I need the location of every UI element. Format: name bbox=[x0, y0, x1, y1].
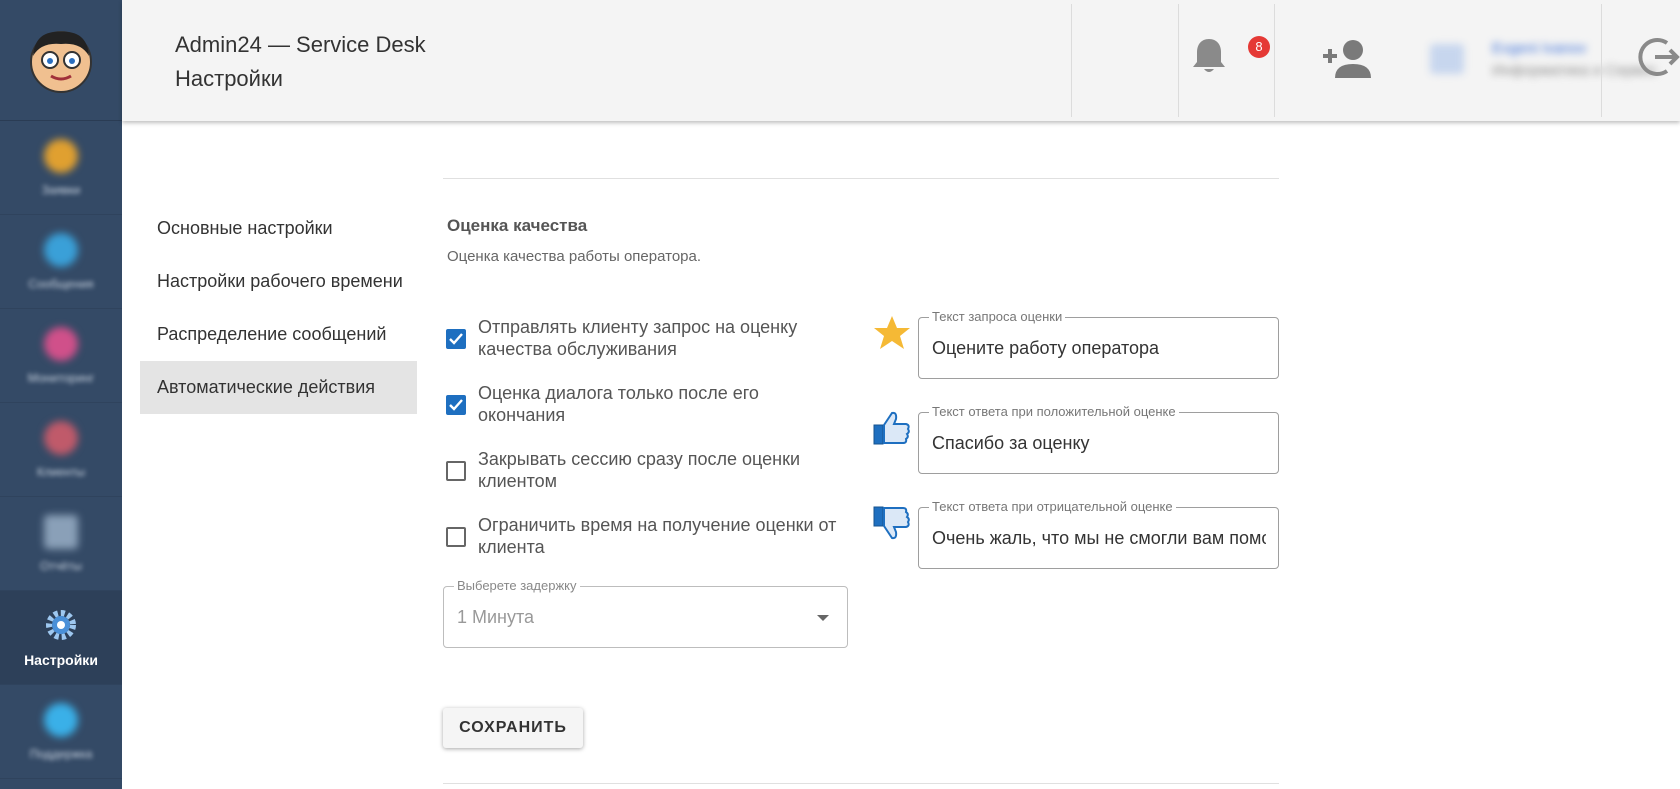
rail-item-requests[interactable]: Заявки bbox=[0, 121, 122, 215]
save-button[interactable]: СОХРАНИТЬ bbox=[443, 708, 583, 748]
nav-item-message-distribution[interactable]: Распределение сообщений bbox=[140, 308, 417, 361]
section-title: Оценка качества bbox=[447, 216, 588, 235]
positive-reply-field[interactable]: Текст ответа при положительной оценке bbox=[918, 404, 1279, 474]
checkbox[interactable] bbox=[446, 461, 466, 481]
support-icon bbox=[44, 702, 78, 737]
reports-icon bbox=[44, 514, 78, 549]
option-label: Закрывать сессию сразу после оценки клие… bbox=[478, 449, 801, 491]
checkbox[interactable] bbox=[446, 395, 466, 415]
option-close-session-after-rating[interactable]: Закрывать сессию сразу после оценки клие… bbox=[446, 448, 846, 492]
requests-icon bbox=[44, 138, 78, 173]
negative-reply-field[interactable]: Текст ответа при отрицательной оценке bbox=[918, 499, 1279, 569]
rail-item-label: Заявки bbox=[41, 182, 81, 197]
avatar-logo-icon bbox=[30, 31, 92, 93]
notifications-badge: 8 bbox=[1248, 36, 1270, 58]
rail-item-label: Отчёты bbox=[40, 558, 82, 573]
option-limit-rating-time[interactable]: Ограничить время на получение оценки от … bbox=[446, 514, 846, 558]
header-divider bbox=[1274, 4, 1275, 117]
rail-item-label: Поддержка bbox=[29, 746, 93, 761]
top-header: Admin24 — Service Desk Настройки 8 Evgen… bbox=[122, 0, 1680, 121]
bell-icon bbox=[1193, 39, 1225, 72]
add-user-button[interactable] bbox=[1321, 38, 1373, 85]
monitoring-icon bbox=[44, 326, 78, 361]
logo[interactable] bbox=[0, 0, 122, 121]
checkmark-icon bbox=[449, 333, 463, 345]
add-user-icon bbox=[1323, 40, 1371, 78]
gear-icon bbox=[44, 608, 78, 642]
negative-reply-input[interactable] bbox=[932, 524, 1266, 552]
checkmark-icon bbox=[449, 399, 463, 411]
thumbs-down-icon bbox=[873, 505, 911, 546]
rail-item-support[interactable]: Поддержка bbox=[0, 685, 122, 779]
delay-select-label: Выберете задержку bbox=[454, 578, 580, 593]
nav-item-general[interactable]: Основные настройки bbox=[140, 202, 417, 255]
rail-item-label: Мониторинг bbox=[27, 370, 95, 385]
option-label: Ограничить время на получение оценки от … bbox=[478, 515, 837, 557]
header-titles: Admin24 — Service Desk Настройки bbox=[175, 28, 426, 96]
logout-button[interactable] bbox=[1637, 35, 1680, 84]
notifications-button[interactable] bbox=[1191, 36, 1239, 86]
option-rate-after-dialog-end[interactable]: Оценка диалога только после его окончани… bbox=[446, 382, 846, 426]
top-divider bbox=[443, 178, 1279, 179]
left-rail: Заявки Сообщения Мониторинг Клиенты Отчё… bbox=[0, 0, 122, 789]
rail-item-monitoring[interactable]: Мониторинг bbox=[0, 309, 122, 403]
rail-item-settings[interactable]: Настройки bbox=[0, 591, 122, 685]
header-divider bbox=[1601, 4, 1602, 117]
settings-nav: Основные настройки Настройки рабочего вр… bbox=[140, 202, 417, 414]
rail-item-label: Сообщения bbox=[28, 276, 94, 291]
option-label: Отправлять клиенту запрос на оценку каче… bbox=[478, 317, 798, 359]
delay-select[interactable]: Выберете задержку 1 Минута bbox=[443, 578, 848, 648]
dropdown-arrow-icon[interactable] bbox=[817, 615, 829, 621]
nav-item-auto-actions[interactable]: Автоматические действия bbox=[140, 361, 417, 414]
negative-reply-label: Текст ответа при отрицательной оценке bbox=[929, 499, 1176, 514]
thumbs-up-icon bbox=[873, 410, 911, 451]
delay-select-value: 1 Минута bbox=[457, 607, 535, 627]
clients-icon bbox=[44, 420, 78, 455]
nav-item-work-hours[interactable]: Настройки рабочего времени bbox=[140, 255, 417, 308]
rating-request-input[interactable] bbox=[932, 334, 1266, 362]
app-title: Admin24 — Service Desk bbox=[175, 32, 426, 57]
rail-item-reports[interactable]: Отчёты bbox=[0, 497, 122, 591]
header-divider bbox=[1178, 4, 1179, 117]
option-label: Оценка диалога только после его окончани… bbox=[478, 383, 759, 425]
rating-request-field[interactable]: Текст запроса оценки bbox=[918, 309, 1279, 379]
messages-icon bbox=[44, 232, 78, 267]
positive-reply-label: Текст ответа при положительной оценке bbox=[929, 404, 1179, 419]
rail-item-label: Клиенты bbox=[36, 464, 86, 479]
option-send-rating-request[interactable]: Отправлять клиенту запрос на оценку каче… bbox=[446, 316, 846, 360]
user-org: Информатика и Сервис bbox=[1492, 62, 1657, 79]
section-subtitle: Оценка качества работы оператора. bbox=[447, 248, 702, 265]
avatar bbox=[1430, 44, 1464, 74]
rail-item-clients[interactable]: Клиенты bbox=[0, 403, 122, 497]
rail-item-messages[interactable]: Сообщения bbox=[0, 215, 122, 309]
star-icon bbox=[873, 315, 911, 356]
rail-item-label: Настройки bbox=[24, 651, 98, 668]
header-divider bbox=[1071, 4, 1072, 117]
checkbox[interactable] bbox=[446, 329, 466, 349]
checkbox[interactable] bbox=[446, 527, 466, 547]
logout-icon bbox=[1638, 38, 1680, 76]
positive-reply-input[interactable] bbox=[932, 429, 1266, 457]
page-title: Настройки bbox=[175, 66, 283, 91]
rating-request-label: Текст запроса оценки bbox=[929, 309, 1066, 324]
bottom-divider bbox=[443, 783, 1279, 784]
user-name: Evgeni Ivanov bbox=[1492, 40, 1587, 57]
